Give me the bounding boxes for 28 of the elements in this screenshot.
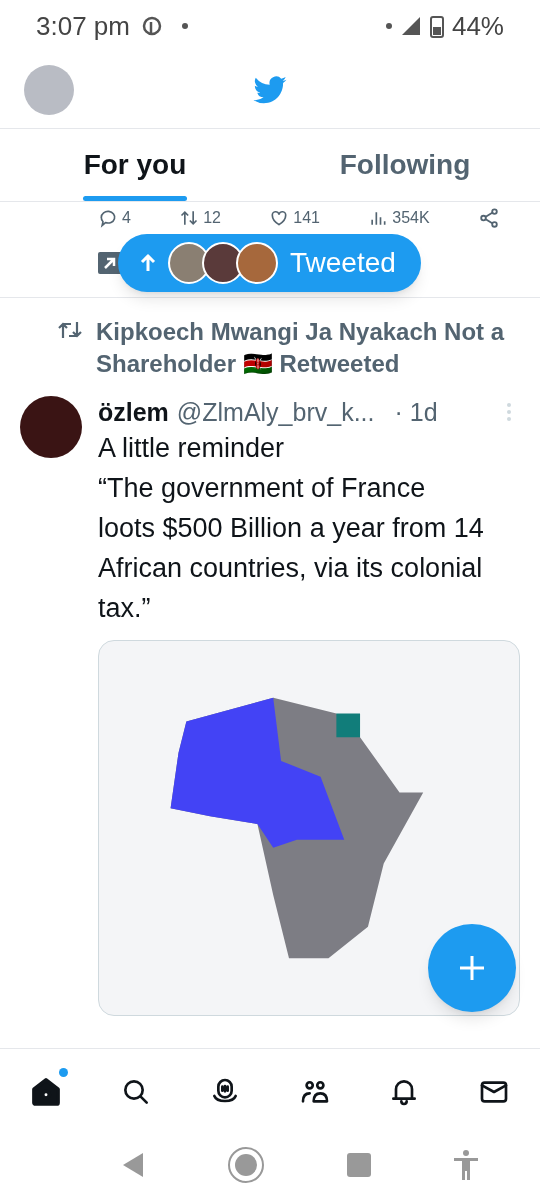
- bird-logo-icon: [252, 76, 288, 106]
- tweet-time: · 1d: [394, 397, 438, 428]
- reply-icon[interactable]: [98, 208, 118, 228]
- author-handle: @ZlmAly_brv_k...: [176, 397, 375, 428]
- feed-tab[interactable]: For you: [0, 129, 270, 201]
- up-arrow-icon: [140, 253, 156, 273]
- home-circle-icon[interactable]: [227, 1146, 265, 1184]
- home-icon: [30, 1076, 62, 1108]
- like-count: 141: [293, 208, 320, 228]
- author-name[interactable]: özlem: [98, 396, 169, 428]
- battery-icon: [429, 14, 444, 38]
- reply-count: 4: [122, 208, 131, 228]
- share-icon[interactable]: [477, 207, 500, 229]
- feed-tab[interactable]: Following: [270, 129, 540, 201]
- tweet-text: A little reminder: [98, 432, 286, 465]
- back-icon[interactable]: [121, 1152, 145, 1178]
- external-link-icon: [98, 252, 122, 274]
- accessibility-icon[interactable]: [453, 1150, 479, 1180]
- retweet-icon[interactable]: [179, 208, 200, 228]
- retweet-count: 12: [203, 208, 221, 228]
- tweet-text: “The government of France loots $500 Billion a year from 14 African countries, via its colonial tax.”: [98, 472, 484, 625]
- status-time: 3:07 pm: [36, 9, 130, 43]
- view-count: 354K: [392, 208, 430, 228]
- battery-level: 44%: [451, 9, 504, 43]
- plus-icon: [457, 953, 487, 983]
- retweet-icon: [58, 320, 82, 340]
- avatar: [236, 242, 278, 284]
- retweeted-by-text: Kipkoech Mwangi Ja Nyakach Not a Shareholder 🇰🇪 Retweeted: [96, 317, 506, 379]
